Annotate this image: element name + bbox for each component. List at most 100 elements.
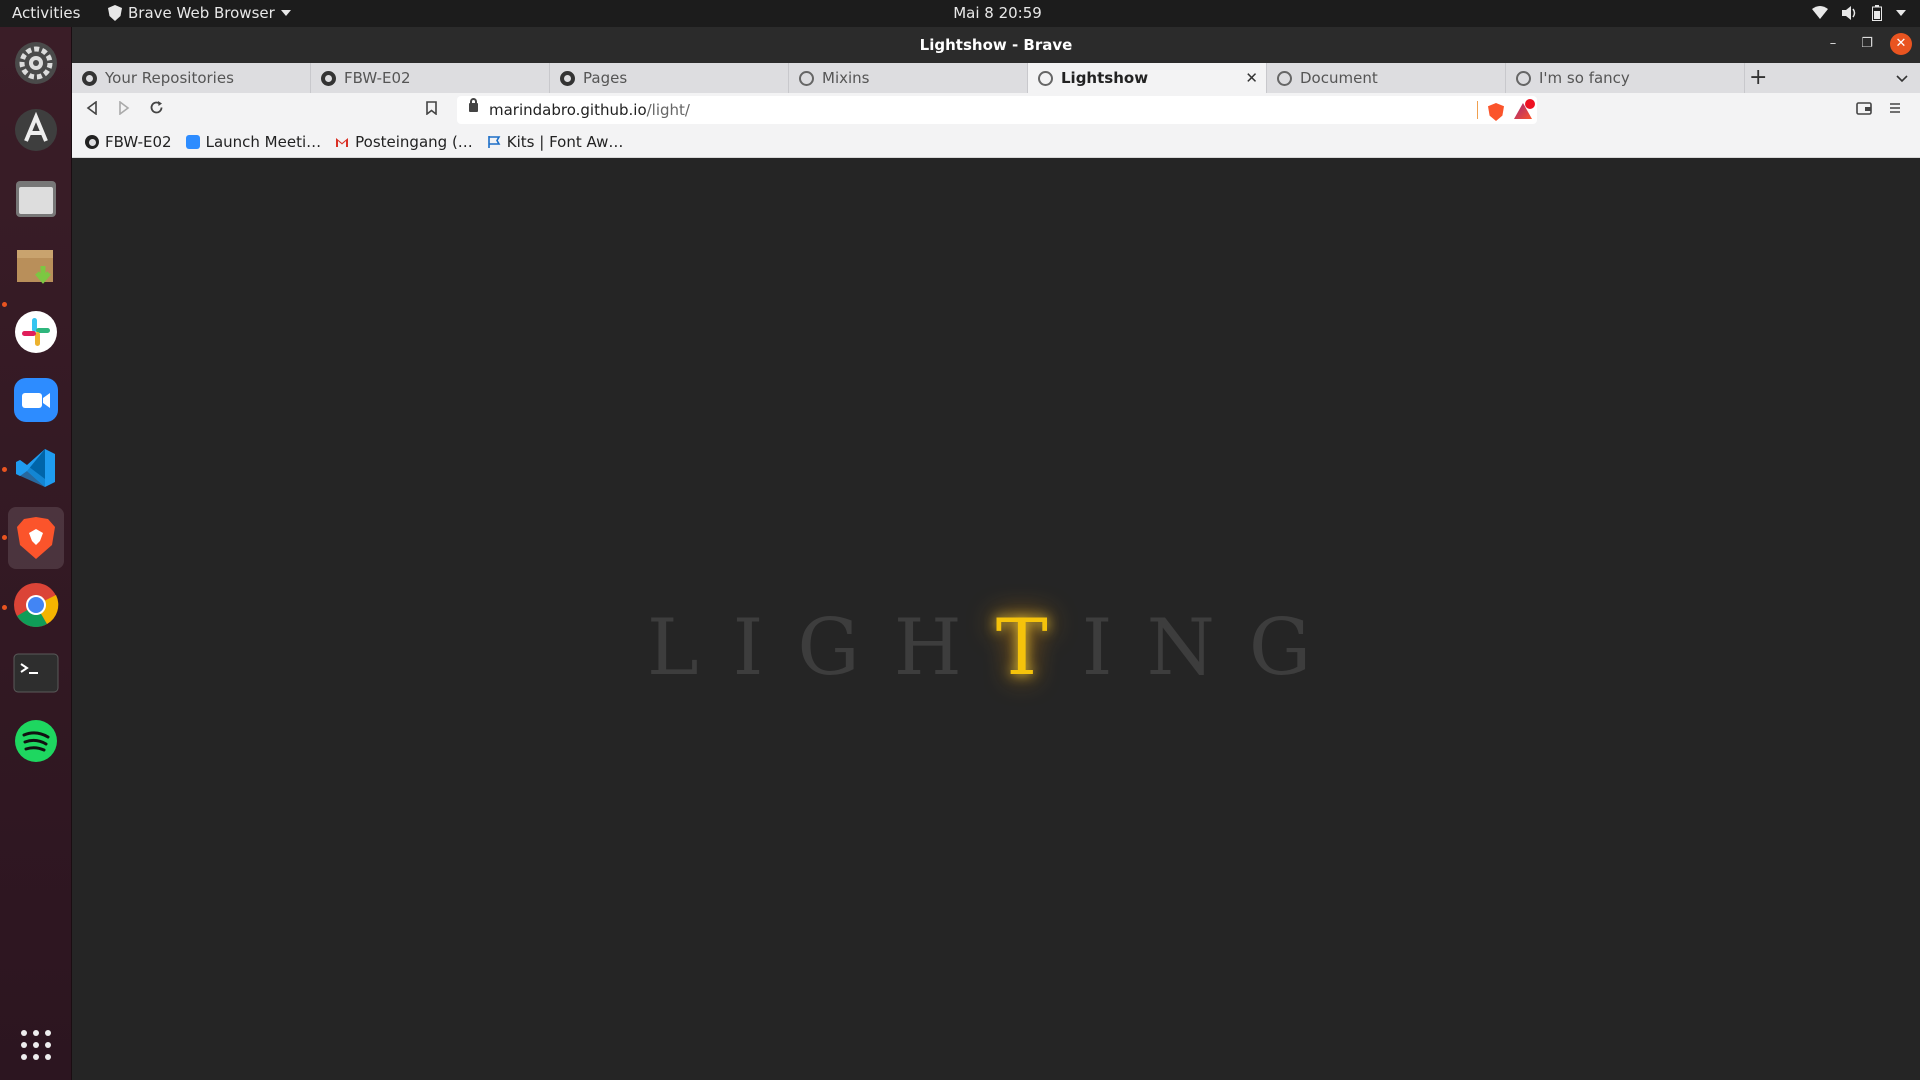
wifi-icon: [1812, 6, 1828, 19]
dock-item-archive[interactable]: [8, 237, 64, 293]
gmail-icon: [336, 138, 349, 147]
reload-button[interactable]: [149, 100, 164, 119]
bookmark-icon: [426, 101, 437, 116]
tab-label: Pages: [583, 69, 628, 87]
tab-label: Mixins: [822, 69, 870, 87]
running-indicator: [2, 302, 7, 307]
files-icon: [16, 181, 56, 217]
tab-label: I'm so fancy: [1539, 69, 1630, 87]
brave-icon: [17, 517, 55, 559]
bookmark-label: Launch Meeti…: [205, 133, 322, 151]
close-window-button[interactable]: ✕: [1890, 33, 1912, 55]
forward-button[interactable]: [118, 100, 130, 119]
vscode-icon: [16, 449, 55, 487]
tab-label: FBW-E02: [344, 69, 411, 87]
notification-badge: [1525, 99, 1535, 109]
dock-item-files[interactable]: [8, 170, 64, 226]
tab-mixins[interactable]: Mixins: [789, 63, 1028, 93]
lighting-heading: LIGHTING: [72, 603, 1920, 693]
show-applications-button[interactable]: [8, 1017, 64, 1073]
lock-icon: [469, 98, 478, 112]
heading-dim-start: LIGH: [646, 603, 996, 693]
dock-item-slack[interactable]: [8, 304, 64, 360]
divider: [1477, 101, 1478, 119]
bookmark-posteingang[interactable]: Posteingang (…: [335, 133, 473, 151]
wallet-button[interactable]: [1856, 100, 1872, 119]
hamburger-menu-icon: [1890, 103, 1900, 113]
running-indicator: [2, 467, 7, 472]
brave-shields-icon[interactable]: [1488, 103, 1504, 121]
minimize-button[interactable]: –: [1822, 33, 1844, 55]
bookmark-fbw-e02[interactable]: FBW-E02: [85, 133, 172, 151]
globe-icon: [1038, 70, 1053, 86]
battery-icon: [1872, 5, 1882, 21]
window-titlebar[interactable]: Lightshow - Brave – ❐ ✕: [72, 27, 1920, 63]
globe-icon: [799, 70, 814, 86]
dock-item-software[interactable]: [8, 102, 64, 158]
bookmark-font-awesome-kits[interactable]: Kits | Font Aw…: [487, 133, 624, 151]
running-indicator: [2, 605, 7, 610]
forward-arrow-icon: [119, 100, 130, 116]
url-path: /light/: [646, 101, 690, 119]
tab-im-so-fancy[interactable]: I'm so fancy: [1506, 63, 1745, 93]
zoom-icon: [185, 135, 200, 149]
dock-item-chrome[interactable]: [8, 577, 64, 633]
window-title: Lightshow - Brave: [919, 36, 1073, 54]
system-menu[interactable]: [1812, 5, 1906, 21]
ubuntu-dock: [0, 27, 72, 1080]
tab-strip: Your Repositories FBW-E02 Pages Mixins L…: [72, 63, 1920, 93]
bookmark-label: FBW-E02: [105, 133, 172, 151]
bookmark-button[interactable]: [426, 100, 437, 119]
fontawesome-flag-icon: [487, 136, 501, 148]
github-icon: [321, 70, 336, 86]
bookmarks-bar: FBW-E02 Launch Meeti… Posteingang (… Kit…: [72, 127, 1920, 158]
page-content: LIGHTING: [72, 158, 1920, 1080]
chevron-down-icon: [1896, 75, 1908, 83]
apps-grid-icon: [21, 1030, 51, 1060]
settings-icon: [15, 42, 57, 84]
tab-fbw-e02[interactable]: FBW-E02: [311, 63, 550, 93]
zoom-icon: [14, 378, 58, 422]
wallet-icon: [1856, 102, 1872, 115]
dock-item-spotify[interactable]: [8, 713, 64, 769]
browser-toolbar: marindabro.github.io/light/: [72, 93, 1920, 127]
dock-item-zoom[interactable]: [8, 372, 64, 428]
volume-icon: [1842, 6, 1856, 20]
slack-icon: [15, 311, 57, 353]
dock-item-settings[interactable]: [8, 35, 64, 91]
github-icon: [85, 135, 99, 149]
address-bar[interactable]: marindabro.github.io/light/: [457, 96, 1537, 124]
heading-lit-letter: T: [995, 603, 1082, 693]
tab-search-button[interactable]: [1896, 68, 1908, 87]
github-icon: [560, 70, 575, 86]
bookmark-label: Kits | Font Aw…: [506, 133, 624, 151]
tab-pages[interactable]: Pages: [550, 63, 789, 93]
dock-item-vscode[interactable]: [8, 440, 64, 496]
menu-button[interactable]: [1889, 100, 1901, 119]
tab-label: Document: [1300, 69, 1378, 87]
window-controls: – ❐ ✕: [1822, 33, 1912, 55]
tab-your-repositories[interactable]: Your Repositories: [72, 63, 311, 93]
dock-item-brave[interactable]: [8, 507, 64, 569]
gnome-top-bar: Activities Brave Web Browser Mai 8 20:59: [0, 0, 1920, 27]
tab-label: Lightshow: [1061, 69, 1149, 87]
globe-icon: [1516, 70, 1531, 86]
new-tab-button[interactable]: +: [1749, 65, 1767, 90]
back-arrow-icon: [86, 100, 97, 116]
heading-dim-end: ING: [1081, 603, 1346, 693]
chrome-icon: [14, 583, 59, 627]
url-text: marindabro.github.io/light/: [489, 101, 690, 119]
tab-document[interactable]: Document: [1267, 63, 1506, 93]
chevron-down-icon: [1896, 10, 1906, 16]
bookmark-launch-meeting[interactable]: Launch Meeti…: [185, 133, 322, 151]
back-button[interactable]: [86, 100, 98, 119]
maximize-button[interactable]: ❐: [1856, 33, 1878, 55]
github-icon: [82, 70, 97, 86]
archive-icon: [17, 250, 53, 284]
tab-label: Your Repositories: [105, 69, 234, 87]
close-tab-icon[interactable]: ✕: [1245, 69, 1258, 87]
running-indicator: [2, 535, 7, 540]
tab-lightshow[interactable]: Lightshow ✕: [1028, 63, 1267, 93]
clock[interactable]: Mai 8 20:59: [0, 4, 1920, 22]
dock-item-terminal[interactable]: [8, 645, 64, 701]
